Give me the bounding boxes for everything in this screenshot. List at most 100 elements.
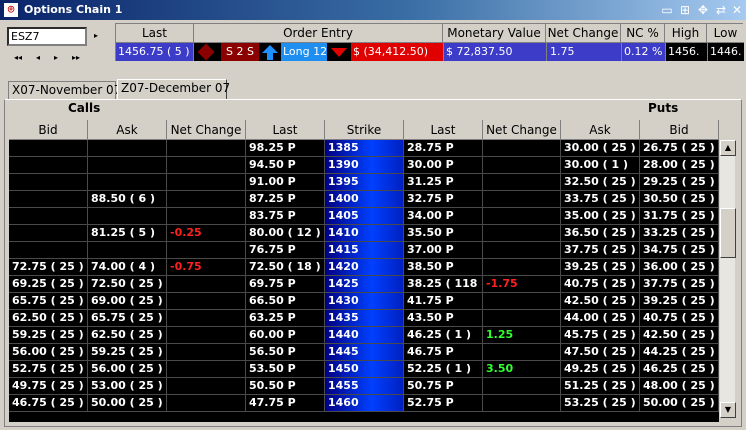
cell-put-ask[interactable]: 51.25 ( 25 ) [561,378,640,394]
cell-strike[interactable]: 1445 [325,344,404,360]
cell-put-bid[interactable]: 30.50 ( 25 ) [640,191,719,207]
cell-call-net-change[interactable] [167,395,246,411]
cell-strike[interactable]: 1415 [325,242,404,258]
cell-put-bid[interactable]: 44.25 ( 25 ) [640,344,719,360]
cell-put-ask[interactable]: 44.00 ( 25 ) [561,310,640,326]
table-row[interactable]: 65.75 ( 25 ) 69.00 ( 25 ) 66.50 P 1430 41.75… [9,293,719,310]
cell-call-ask[interactable] [88,140,167,156]
column-header-call-last[interactable]: Last [246,120,325,140]
table-row[interactable]: 69.25 ( 25 ) 72.50 ( 25 ) 69.75 P 1425 38.25… [9,276,719,293]
cell-put-bid[interactable]: 42.50 ( 25 ) [640,327,719,343]
scroll-thumb[interactable] [720,208,736,258]
cell-put-last[interactable]: 30.00 P [404,157,483,173]
cell-call-net-change[interactable] [167,242,246,258]
table-row[interactable]: 46.75 ( 25 ) 50.00 ( 25 ) 47.75 P 1460 52.75… [9,395,719,412]
cell-call-last[interactable]: 50.50 P [246,378,325,394]
cell-put-bid[interactable]: 37.75 ( 25 ) [640,276,719,292]
cell-put-net-change[interactable] [483,191,561,207]
cell-put-net-change[interactable]: -1.75 [483,276,561,292]
cell-put-last[interactable]: 52.25 ( 1 ) [404,361,483,377]
cell-put-ask[interactable]: 45.75 ( 25 ) [561,327,640,343]
cell-call-bid[interactable]: 72.75 ( 25 ) [9,259,88,275]
cell-strike[interactable]: 1440 [325,327,404,343]
cell-put-bid[interactable]: 39.25 ( 25 ) [640,293,719,309]
cell-put-bid[interactable]: 50.00 ( 25 ) [640,395,719,411]
cell-call-ask[interactable]: 62.50 ( 25 ) [88,327,167,343]
cell-call-ask[interactable]: 88.50 ( 6 ) [88,191,167,207]
cell-put-ask[interactable]: 33.75 ( 25 ) [561,191,640,207]
cell-put-last[interactable]: 34.00 P [404,208,483,224]
cell-call-last[interactable]: 66.50 P [246,293,325,309]
column-header-put-net-change[interactable]: Net Change [483,120,561,140]
table-row[interactable]: 56.00 ( 25 ) 59.25 ( 25 ) 56.50 P 1445 46.75… [9,344,719,361]
cell-call-bid[interactable]: 56.00 ( 25 ) [9,344,88,360]
scroll-down-icon[interactable]: ▼ [720,402,736,418]
order-entry-sell-cell[interactable] [194,43,221,61]
cell-call-ask[interactable]: 74.00 ( 4 ) [88,259,167,275]
cell-call-ask[interactable]: 81.25 ( 5 ) [88,225,167,241]
cell-call-ask[interactable]: 65.75 ( 25 ) [88,310,167,326]
cell-put-ask[interactable]: 36.50 ( 25 ) [561,225,640,241]
cell-put-net-change[interactable]: 1.25 [483,327,561,343]
move-icon[interactable]: ✥ [696,3,710,17]
cell-call-net-change[interactable]: -0.75 [167,259,246,275]
cell-put-net-change[interactable] [483,242,561,258]
cell-put-ask[interactable]: 30.00 ( 1 ) [561,157,640,173]
cell-strike[interactable]: 1450 [325,361,404,377]
cell-put-net-change[interactable] [483,140,561,156]
cell-put-ask[interactable]: 30.00 ( 25 ) [561,140,640,156]
cell-call-ask[interactable] [88,174,167,190]
cell-put-ask[interactable]: 40.75 ( 25 ) [561,276,640,292]
column-header-put-bid[interactable]: Bid [640,120,719,140]
cell-put-net-change[interactable] [483,157,561,173]
cell-put-ask[interactable]: 35.00 ( 25 ) [561,208,640,224]
cell-call-bid[interactable] [9,140,88,156]
cell-call-net-change[interactable] [167,157,246,173]
cell-put-net-change[interactable] [483,395,561,411]
pin-icon[interactable]: ⊞ [678,3,692,17]
table-row[interactable]: 62.50 ( 25 ) 65.75 ( 25 ) 63.25 P 1435 43.50… [9,310,719,327]
cell-call-bid[interactable]: 52.75 ( 25 ) [9,361,88,377]
cell-strike[interactable]: 1410 [325,225,404,241]
column-header-put-ask[interactable]: Ask [561,120,640,140]
cell-put-last[interactable]: 28.75 P [404,140,483,156]
cell-call-ask[interactable]: 72.50 ( 25 ) [88,276,167,292]
cell-call-ask[interactable] [88,242,167,258]
cell-call-last[interactable]: 72.50 ( 18 ) [246,259,325,275]
cell-call-last[interactable]: 91.00 P [246,174,325,190]
cell-put-bid[interactable]: 48.00 ( 25 ) [640,378,719,394]
cell-call-last[interactable]: 60.00 P [246,327,325,343]
cell-call-net-change[interactable] [167,344,246,360]
cell-put-ask[interactable]: 47.50 ( 25 ) [561,344,640,360]
cell-put-net-change[interactable] [483,378,561,394]
cell-call-bid[interactable] [9,174,88,190]
first-expiry-icon[interactable]: ◂◂ [14,53,22,63]
minimize-icon[interactable]: ▭ [660,3,674,17]
cell-put-bid[interactable]: 36.00 ( 25 ) [640,259,719,275]
table-row[interactable]: 76.75 P 1415 37.00 P 37.75 ( 25 ) 34.75 ( 25… [9,242,719,259]
order-qty[interactable]: S 2 S [221,43,259,61]
cell-put-net-change[interactable] [483,310,561,326]
column-header-call-ask[interactable]: Ask [88,120,167,140]
cell-put-net-change[interactable] [483,293,561,309]
cell-put-ask[interactable]: 42.50 ( 25 ) [561,293,640,309]
cell-put-net-change[interactable] [483,208,561,224]
cell-put-net-change[interactable] [483,174,561,190]
symbol-input[interactable]: ESZ7 [7,27,87,46]
column-header-call-net-change[interactable]: Net Change [167,120,246,140]
cell-call-bid[interactable]: 65.75 ( 25 ) [9,293,88,309]
last-expiry-icon[interactable]: ▸▸ [72,53,80,63]
cell-put-last[interactable]: 38.25 ( 118 ) [404,276,483,292]
cell-call-bid[interactable]: 69.25 ( 25 ) [9,276,88,292]
cell-call-net-change[interactable] [167,191,246,207]
buy-arrow-button[interactable] [259,43,281,61]
cell-call-bid[interactable] [9,225,88,241]
cell-put-ask[interactable]: 49.25 ( 25 ) [561,361,640,377]
table-row[interactable]: 88.50 ( 6 ) 87.25 P 1400 32.75 P 33.75 ( 25 … [9,191,719,208]
table-row[interactable]: 81.25 ( 5 ) -0.25 80.00 ( 12 ) 1410 35.50 P 3… [9,225,719,242]
cell-call-last[interactable]: 76.75 P [246,242,325,258]
cell-put-ask[interactable]: 39.25 ( 25 ) [561,259,640,275]
tab-december[interactable]: Z07-December 07 [117,79,230,100]
cell-strike[interactable]: 1390 [325,157,404,173]
cell-put-bid[interactable]: 28.00 ( 25 ) [640,157,719,173]
